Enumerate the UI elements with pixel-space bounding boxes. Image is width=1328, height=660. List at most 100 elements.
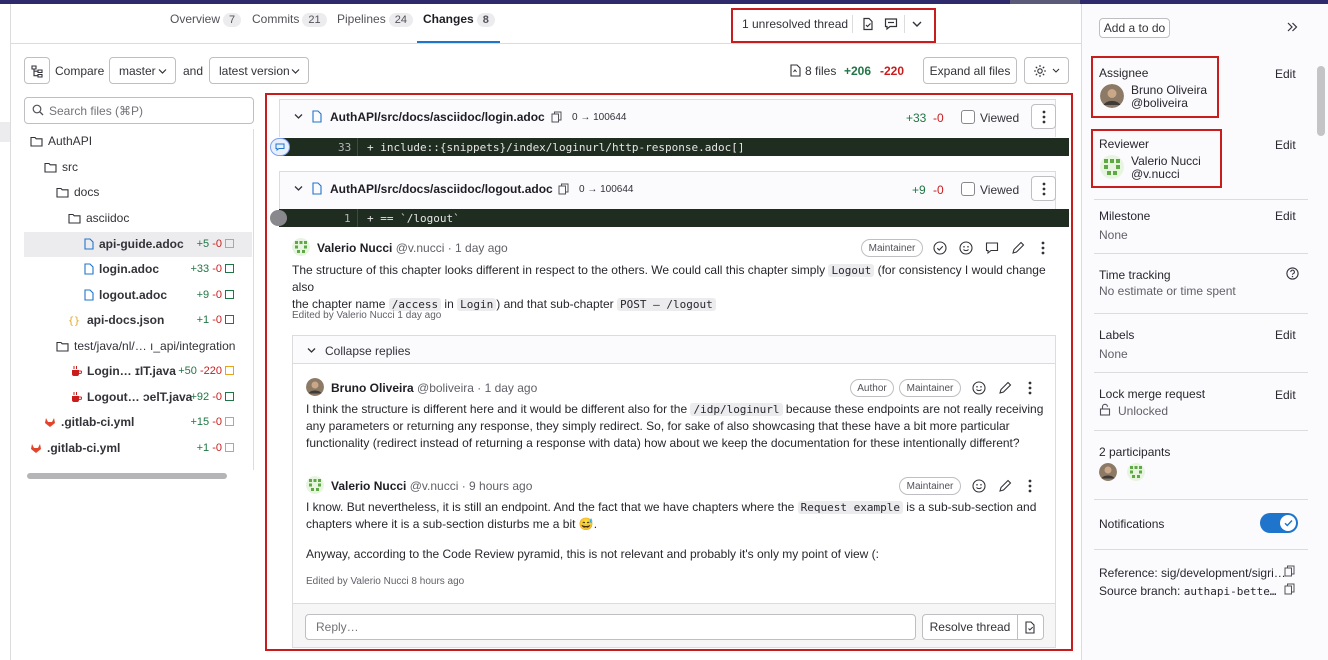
tree-file[interactable]: logout.adoc (84, 283, 167, 307)
tab-changes[interactable]: Changes 8 (423, 12, 495, 27)
kebab-icon[interactable] (1041, 241, 1045, 255)
edit-reviewer-link[interactable]: Edit (1275, 138, 1296, 152)
edit-pencil-icon[interactable] (1011, 241, 1025, 255)
tree-file[interactable]: .gitlab-ci.yml (44, 410, 134, 434)
assignee-name[interactable]: Bruno Oliveira (1131, 83, 1207, 97)
reply-author[interactable]: Bruno Oliveira @boliveira · 1 day ago (331, 381, 537, 395)
next-thread-icon[interactable] (880, 14, 902, 34)
resolve-to-issue-button[interactable] (1017, 614, 1044, 640)
help-icon[interactable] (1286, 267, 1299, 280)
edit-pencil-icon[interactable] (998, 381, 1012, 395)
chevron-down-icon[interactable] (294, 113, 303, 120)
notifications-toggle[interactable] (1260, 513, 1298, 533)
add-todo-button[interactable]: Add a to do (1099, 18, 1170, 38)
file-icon (84, 289, 94, 301)
tab-pipelines[interactable]: Pipelines 24 (337, 12, 413, 27)
reply-body: I know. But nevertheless, it is still an… (306, 499, 1051, 533)
tree-folder[interactable]: docs (56, 180, 99, 204)
tree-folder[interactable]: AuthAPI (30, 129, 92, 153)
comment-marker-icon[interactable] (270, 138, 290, 156)
file-change-stats: +9 -0 (197, 289, 234, 301)
folder-icon (30, 136, 43, 147)
avatar[interactable] (292, 238, 310, 256)
emoji-icon[interactable] (972, 479, 986, 493)
emoji-icon[interactable] (959, 241, 973, 255)
folder-icon (68, 213, 81, 224)
avatar[interactable] (1099, 463, 1117, 481)
edit-pencil-icon[interactable] (998, 479, 1012, 493)
comment-author[interactable]: Valerio Nucci @v.nucci · 1 day ago (317, 241, 508, 255)
reply-icon[interactable] (985, 241, 999, 255)
sidebar-scrollbar[interactable] (1317, 66, 1325, 136)
reply-author[interactable]: Valerio Nucci @v.nucci · 9 hours ago (331, 479, 532, 493)
tree-file[interactable]: .gitlab-ci.yml (30, 436, 120, 460)
file-options-button[interactable] (1031, 176, 1056, 201)
copy-icon[interactable] (558, 183, 569, 195)
chevron-down-icon (158, 69, 167, 74)
inline-code: POST – /logout (616, 298, 716, 311)
author-name: Bruno Oliveira (331, 381, 414, 395)
source-branch-label: Source branch: (1099, 584, 1184, 598)
chevron-down-icon[interactable] (294, 185, 303, 192)
avatar[interactable] (306, 378, 324, 396)
divider (1094, 253, 1308, 254)
tree-file[interactable]: api-guide.adoc (84, 232, 184, 256)
collapse-sidebar-icon[interactable] (1286, 21, 1298, 33)
resolve-all-icon[interactable] (857, 14, 879, 34)
svg-text:{}: {} (68, 316, 80, 326)
tree-folder[interactable]: src (44, 155, 78, 179)
resolve-thread-button[interactable]: Resolve thread (922, 614, 1018, 640)
reviewer-name[interactable]: Valerio Nucci (1131, 154, 1201, 168)
tab-commits[interactable]: Commits 21 (252, 12, 327, 27)
avatar[interactable] (1100, 84, 1124, 108)
role-badge: Maintainer (861, 239, 923, 257)
inline-code: Login (457, 298, 497, 311)
tab-label: Commits (252, 12, 300, 26)
edit-labels-link[interactable]: Edit (1275, 328, 1296, 342)
horizontal-scrollbar[interactable] (27, 473, 227, 479)
comment-text: any parameters or returning any response… (306, 419, 1010, 433)
inline-code: Logout (828, 264, 875, 277)
diff-settings-button[interactable] (1024, 57, 1069, 84)
search-icon (32, 104, 44, 116)
tree-file[interactable]: Logout… ɔelT.java (70, 385, 192, 409)
tree-folder[interactable]: asciidoc (68, 206, 129, 230)
tree-file[interactable]: login.adoc (84, 257, 159, 281)
tree-item-label: api-docs.json (87, 313, 165, 327)
create-issue-icon (1025, 620, 1035, 634)
copy-icon[interactable] (551, 111, 562, 123)
gear-icon (1034, 64, 1046, 77)
edit-assignee-link[interactable]: Edit (1275, 67, 1296, 81)
target-version-dropdown[interactable]: latest version (209, 57, 309, 84)
edit-lock-link[interactable]: Edit (1275, 388, 1296, 402)
avatar[interactable] (1127, 463, 1145, 481)
diff-file-path[interactable]: AuthAPI/src/docs/asciidoc/logout.adoc (330, 182, 553, 196)
tree-file[interactable]: {} api-docs.json (68, 308, 164, 332)
tree-file[interactable]: Login… ɪIT.java (70, 359, 176, 383)
resolve-check-icon[interactable] (933, 241, 947, 255)
avatar[interactable] (306, 476, 324, 494)
tab-overview[interactable]: Overview 7 (170, 12, 242, 27)
comment-marker-icon[interactable] (270, 210, 287, 226)
reply-input[interactable] (305, 614, 916, 640)
kebab-icon[interactable] (1028, 381, 1032, 395)
file-options-button[interactable] (1031, 104, 1056, 129)
copy-icon[interactable] (1284, 565, 1295, 577)
source-branch-dropdown[interactable]: master (109, 57, 176, 84)
expand-all-files-button[interactable]: Expand all files (923, 57, 1017, 84)
viewed-checkbox[interactable] (961, 110, 975, 124)
json-file-icon: {} (68, 314, 82, 326)
copy-icon[interactable] (1284, 583, 1295, 595)
file-added-icon (225, 315, 234, 324)
java-file-icon (70, 365, 82, 377)
chevron-down-icon[interactable] (907, 14, 927, 34)
viewed-checkbox[interactable] (961, 182, 975, 196)
emoji-icon[interactable] (972, 381, 986, 395)
edit-milestone-link[interactable]: Edit (1275, 209, 1296, 223)
kebab-icon[interactable] (1028, 479, 1032, 493)
avatar[interactable] (1100, 155, 1124, 179)
diff-file-path[interactable]: AuthAPI/src/docs/asciidoc/login.adoc (330, 110, 545, 124)
tree-folder[interactable]: test/java/nl/… ı_api/integration (56, 334, 235, 358)
file-tree-toggle-button[interactable] (24, 57, 50, 84)
collapse-replies-label[interactable]: Collapse replies (325, 344, 410, 358)
